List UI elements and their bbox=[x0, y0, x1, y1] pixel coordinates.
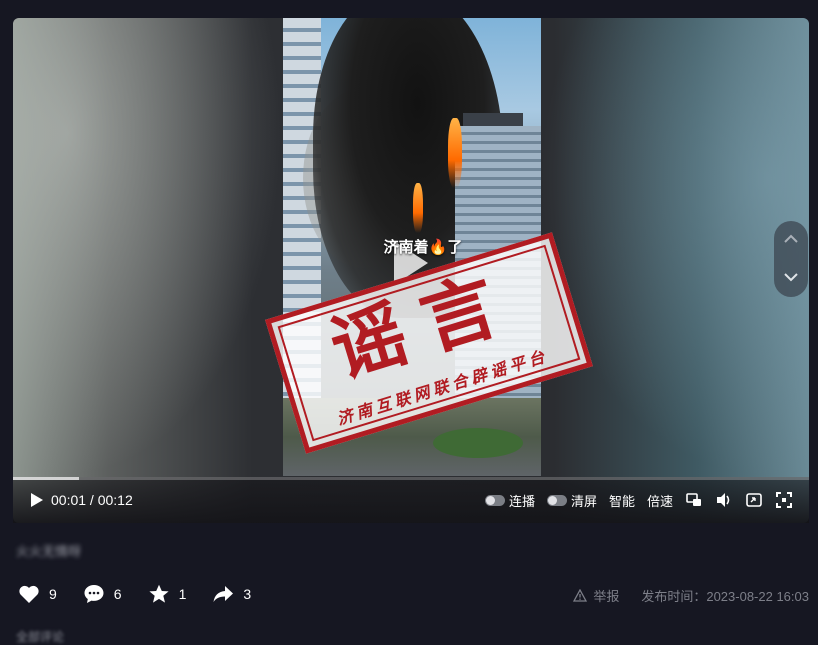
heart-icon bbox=[19, 585, 39, 603]
comments-section-label: 全部评论 bbox=[16, 630, 65, 644]
like-button[interactable]: 9 bbox=[18, 584, 57, 604]
fire-flame bbox=[448, 118, 462, 188]
speed-button[interactable]: 倍速 bbox=[647, 491, 673, 510]
smart-button[interactable]: 智能 bbox=[609, 491, 635, 510]
switch-icon bbox=[484, 494, 505, 506]
trees bbox=[433, 428, 523, 458]
duration: 00:12 bbox=[97, 492, 133, 508]
video-player[interactable]: 济南着🔥了 谣言 济南互联网联合辟谣平台 bbox=[13, 18, 809, 523]
comment-count: 6 bbox=[113, 586, 122, 602]
video-title: 火火无情呀 bbox=[16, 544, 82, 559]
progress-fill bbox=[13, 477, 80, 480]
time-separator: / bbox=[86, 492, 98, 508]
like-count: 9 bbox=[49, 586, 57, 602]
clear-screen-toggle[interactable]: 清屏 bbox=[546, 491, 597, 510]
time-display: 00:01 / 00:12 bbox=[51, 492, 133, 508]
chevron-down-icon[interactable] bbox=[783, 270, 799, 286]
continuous-play-toggle[interactable]: 连播 bbox=[484, 491, 535, 510]
volume-icon[interactable] bbox=[715, 491, 733, 509]
publish-time: 发布时间：2023-08-22 16:03 bbox=[641, 589, 809, 604]
blurred-background-left bbox=[13, 18, 283, 478]
play-icon[interactable] bbox=[31, 493, 43, 507]
report-button[interactable]: 举报 bbox=[573, 586, 619, 605]
share-count: 3 bbox=[243, 586, 252, 602]
star-icon bbox=[148, 584, 169, 603]
progress-bar[interactable] bbox=[13, 477, 809, 480]
favorite-button[interactable]: 1 bbox=[148, 584, 187, 604]
comment-icon bbox=[84, 585, 104, 603]
player-controls: 00:01 / 00:12 连播 清屏 智能 倍速 bbox=[13, 477, 809, 523]
chevron-up-icon[interactable] bbox=[783, 232, 799, 248]
warning-icon bbox=[573, 589, 588, 602]
fire-flame bbox=[413, 183, 423, 233]
share-button[interactable]: 3 bbox=[212, 584, 251, 604]
fullscreen-icon[interactable] bbox=[775, 491, 793, 509]
current-time: 00:01 bbox=[51, 492, 87, 508]
blurred-background-right bbox=[539, 18, 809, 478]
controls-right: 连播 清屏 智能 倍速 bbox=[484, 490, 793, 510]
post-meta: 举报 发布时间：2023-08-22 16:03 bbox=[573, 586, 809, 605]
favorite-count: 1 bbox=[178, 586, 187, 602]
switch-icon bbox=[546, 494, 567, 506]
video-caption: 济南着🔥了 bbox=[383, 239, 463, 256]
pip-icon[interactable] bbox=[685, 491, 703, 509]
clear-screen-label: 清屏 bbox=[570, 493, 597, 509]
report-label: 举报 bbox=[593, 589, 620, 604]
share-icon bbox=[213, 586, 234, 602]
web-fullscreen-icon[interactable] bbox=[745, 491, 763, 509]
comment-button[interactable]: 6 bbox=[83, 584, 122, 604]
action-bar: 9 6 1 3 bbox=[18, 584, 251, 604]
video-nav-pill[interactable] bbox=[774, 221, 808, 297]
continuous-play-label: 连播 bbox=[508, 493, 535, 509]
